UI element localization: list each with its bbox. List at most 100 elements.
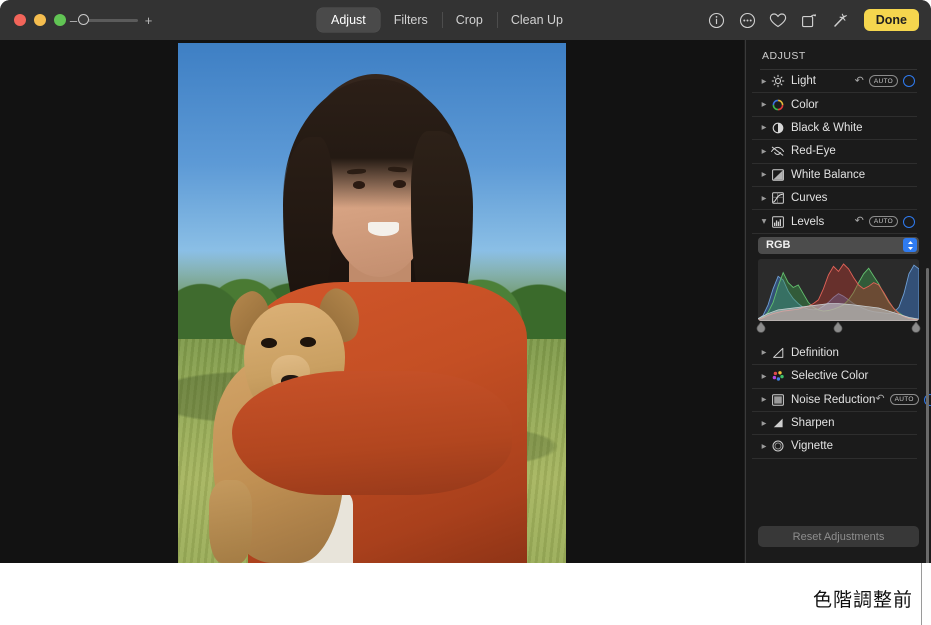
more-icon[interactable] [738,11,757,30]
auto-badge[interactable]: AUTO [890,394,919,406]
adjust-row-definition[interactable]: ▸ Definition [752,342,917,365]
eye-slash-icon [770,144,785,159]
adjust-row-white-balance-label: White Balance [791,169,865,181]
maximize-window-button[interactable] [54,14,66,26]
definition-icon [770,345,785,360]
adjust-row-definition-label: Definition [791,347,839,359]
adjust-row-sharpen[interactable]: ▸ Sharpen [752,412,917,435]
white-balance-icon [770,167,785,182]
selective-color-icon [770,369,785,384]
photo-person-eye-right [393,180,405,188]
levels-panel-body: RGB [746,234,931,342]
adjust-row-selective-color-label: Selective Color [791,370,868,382]
caption-leader-line [921,563,922,625]
chevron-up-down-icon[interactable] [903,238,917,252]
chevron-right-icon[interactable]: ▸ [758,347,770,358]
adjust-row-white-balance[interactable]: ▸ White Balance [752,164,917,187]
reset-adjustments-button[interactable]: Reset Adjustments [758,526,919,547]
adjust-row-curves[interactable]: ▸ Curves [752,187,917,210]
photo-person-brow-right [387,166,407,172]
sharpen-icon [770,416,785,431]
info-icon[interactable] [707,11,726,30]
levels-channel-value: RGB [766,239,790,251]
tab-crop-label: Crop [456,13,483,27]
levels-channel-select[interactable]: RGB [758,237,919,254]
contrast-circle-icon [770,120,785,135]
photo-person-eye-left [353,181,365,189]
traffic-lights [14,14,66,26]
auto-badge[interactable]: AUTO [869,75,898,87]
adjust-row-noise-reduction-label: Noise Reduction [791,394,875,406]
zoom-slider-control[interactable]: – + [69,13,153,27]
zoom-slider-knob[interactable] [78,14,89,25]
adjust-row-curves-label: Curves [791,192,827,204]
chevron-right-icon[interactable]: ▸ [758,193,770,204]
adjust-row-light-controls: ↶ AUTO [855,75,917,87]
adjust-row-vignette-label: Vignette [791,440,833,452]
adjust-row-levels[interactable]: ▾ Levels ↶ AUTO [752,210,917,233]
chevron-right-icon[interactable]: ▸ [758,146,770,157]
levels-midtone-handle[interactable] [833,322,842,334]
photos-editor-window: – + Adjust Filters Crop Clean Up [0,0,931,563]
tab-filters-label: Filters [394,13,428,27]
chevron-right-icon[interactable]: ▸ [758,99,770,110]
tab-crop[interactable]: Crop [442,8,497,32]
chevron-right-icon[interactable]: ▸ [758,76,770,87]
adjust-row-red-eye[interactable]: ▸ Red-Eye [752,140,917,163]
edited-photo[interactable] [178,43,566,563]
done-button[interactable]: Done [864,9,919,31]
app-root: – + Adjust Filters Crop Clean Up [0,0,931,625]
levels-white-point-handle[interactable] [911,322,920,334]
tab-filters[interactable]: Filters [380,8,442,32]
photo-dog-eye-right [300,337,316,347]
zoom-out-icon[interactable]: – [69,14,78,27]
auto-badge[interactable]: AUTO [869,216,898,228]
rotate-icon[interactable] [800,11,819,30]
levels-handle-track[interactable] [758,322,919,336]
sun-icon [770,74,785,89]
adjust-row-light-label: Light [791,75,816,87]
chevron-right-icon[interactable]: ▸ [758,394,770,405]
levels-histogram[interactable] [758,259,919,321]
adjust-row-noise-reduction[interactable]: ▸ Noise Reduction ↶ AUTO [752,389,917,412]
photo-person-arm [232,371,511,496]
photo-dog-eye-left [261,338,277,348]
magic-wand-icon[interactable] [831,11,850,30]
caption-text: 色階調整前 [813,585,913,612]
tab-clean-up[interactable]: Clean Up [497,8,577,32]
adjust-row-light[interactable]: ▸ Light ↶ AUTO [752,70,917,93]
undo-icon[interactable]: ↶ [875,394,884,405]
adjust-row-black-and-white[interactable]: ▸ Black & White [752,117,917,140]
curves-icon [770,191,785,206]
heart-icon[interactable] [769,11,788,30]
undo-icon[interactable]: ↶ [855,216,864,227]
adjust-row-red-eye-label: Red-Eye [791,145,836,157]
editor-mode-tabs: Adjust Filters Crop Clean Up [317,8,577,32]
chevron-right-icon[interactable]: ▸ [758,169,770,180]
histogram-svg [758,259,919,321]
adjust-row-selective-color[interactable]: ▸ Selective Color [752,365,917,388]
chevron-down-icon[interactable]: ▾ [758,216,770,227]
adjust-row-vignette[interactable]: ▸ Vignette [752,435,917,458]
tab-adjust-label: Adjust [331,13,366,27]
window-titlebar: – + Adjust Filters Crop Clean Up [0,0,931,40]
levels-black-point-handle[interactable] [757,322,766,334]
chevron-right-icon[interactable]: ▸ [758,441,770,452]
zoom-slider-track[interactable] [84,19,138,22]
undo-icon[interactable]: ↶ [855,76,864,87]
chevron-right-icon[interactable]: ▸ [758,371,770,382]
enable-toggle-icon[interactable] [903,75,915,87]
tab-adjust[interactable]: Adjust [317,8,380,32]
tab-clean-up-label: Clean Up [511,13,563,27]
panel-scrollbar[interactable] [926,268,929,563]
minimize-window-button[interactable] [34,14,46,26]
chevron-right-icon[interactable]: ▸ [758,122,770,133]
close-window-button[interactable] [14,14,26,26]
image-canvas[interactable] [0,40,744,563]
photo-person-smile [368,222,399,236]
levels-icon [770,214,785,229]
zoom-in-icon[interactable]: + [144,14,153,27]
chevron-right-icon[interactable]: ▸ [758,418,770,429]
adjust-row-color[interactable]: ▸ Color [752,93,917,116]
enable-toggle-icon[interactable] [903,216,915,228]
